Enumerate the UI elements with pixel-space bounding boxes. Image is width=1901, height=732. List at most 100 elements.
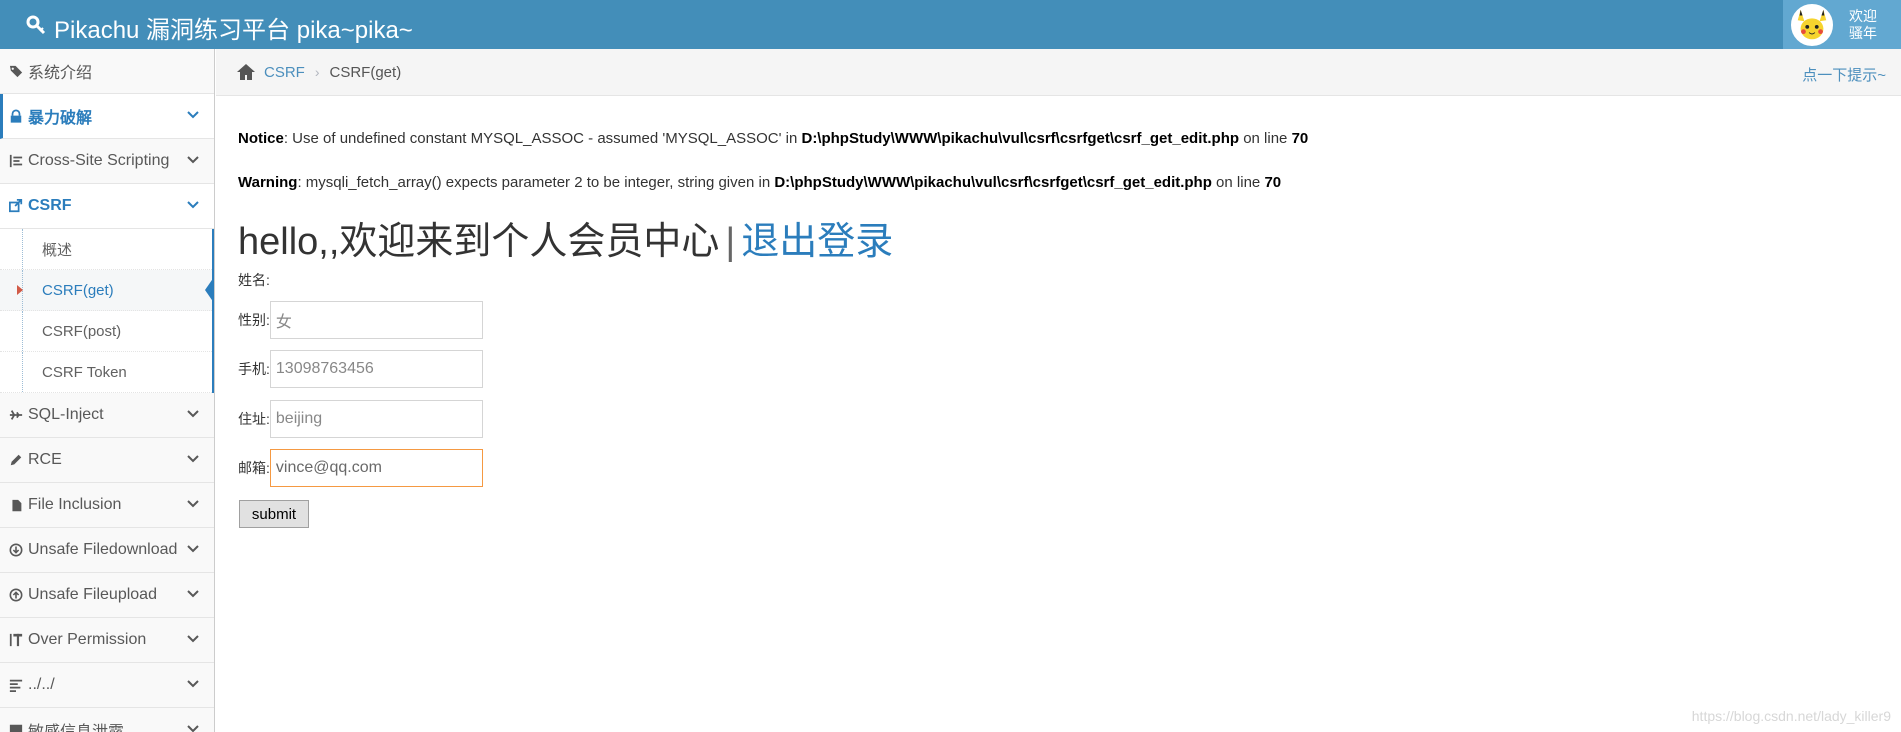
welcome-line-2: 骚年 — [1849, 24, 1877, 41]
name-row: 姓名: — [238, 270, 270, 290]
sidebar: 系统介绍 暴力破解 Cross-Site Scripting CSRF 概述 C… — [0, 49, 215, 732]
notice-label: Notice — [238, 130, 284, 147]
download-icon — [8, 542, 24, 558]
email-input[interactable] — [269, 449, 483, 487]
welcome-text: 欢迎 骚年 — [1849, 8, 1877, 42]
sidebar-item-label: 系统介绍 — [28, 65, 93, 82]
sidebar-item-csrf[interactable]: CSRF — [0, 184, 214, 229]
sidebar-subitem-overview[interactable]: 概述 — [0, 229, 212, 270]
sidebar-item-over-permission[interactable]: Over Permission — [0, 618, 214, 663]
file-icon — [8, 497, 24, 513]
sidebar-item-label: Over Permission — [28, 631, 147, 648]
chevron-down-icon — [187, 680, 199, 688]
notice-text: : Use of undefined constant MYSQL_ASSOC … — [283, 130, 802, 147]
app-title: Pikachu 漏洞练习平台 pika~pika~ — [54, 17, 413, 44]
chevron-down-icon — [187, 156, 199, 164]
plane-icon — [8, 407, 24, 423]
submit-button[interactable]: submit — [239, 500, 309, 528]
text-height-icon — [8, 632, 24, 648]
sidebar-item-label: RCE — [28, 451, 62, 468]
address-label: 住址: — [238, 411, 270, 427]
phone-label: 手机: — [238, 361, 270, 377]
php-notice: Notice: Use of undefined constant MYSQL_… — [238, 130, 1308, 147]
email-label: 邮箱: — [238, 460, 270, 476]
sidebar-item-label: ../../ — [28, 676, 55, 693]
tags-icon — [8, 63, 24, 79]
name-label: 姓名: — [238, 272, 270, 288]
sidebar-item-file-inclusion[interactable]: File Inclusion — [0, 483, 214, 528]
sidebar-item-label: 敏感信息泄露 — [28, 718, 124, 732]
sidebar-subitem-csrf-post[interactable]: CSRF(post) — [0, 311, 212, 352]
warning-text: : mysqli_fetch_array() expects parameter… — [297, 174, 775, 191]
sidebar-item-unsafe-filedownload[interactable]: Unsafe Filedownload — [0, 528, 214, 573]
warning-label: Warning — [238, 174, 298, 191]
sidebar-item-xss[interactable]: Cross-Site Scripting — [0, 139, 214, 184]
warning-path: D:\phpStudy\WWW\pikachu\vul\csrf\csrfget… — [774, 174, 1212, 191]
chevron-down-icon — [187, 500, 199, 508]
email-row: 邮箱: — [238, 449, 483, 487]
sidebar-item-dir-traversal[interactable]: ../../ — [0, 663, 214, 708]
top-navbar: Pikachu 漏洞练习平台 pika~pika~ 欢迎 骚年 — [0, 0, 1901, 49]
subitem-label: CSRF(get) — [42, 281, 114, 299]
welcome-line-1: 欢迎 — [1849, 7, 1877, 24]
gender-input[interactable] — [269, 301, 483, 339]
chevron-down-icon — [187, 590, 199, 598]
sidebar-item-label: SQL-Inject — [28, 406, 104, 423]
chevron-down-icon — [187, 455, 199, 463]
pencil-icon — [8, 452, 24, 468]
phone-input[interactable] — [269, 350, 483, 388]
notice-line-number: 70 — [1291, 130, 1309, 147]
warning-on-line: on line — [1211, 174, 1265, 191]
chevron-down-icon — [187, 201, 199, 209]
home-icon[interactable] — [236, 63, 256, 81]
php-warning: Warning: mysqli_fetch_array() expects pa… — [238, 174, 1281, 191]
address-input[interactable] — [269, 400, 483, 438]
sidebar-item-label: Cross-Site Scripting — [28, 152, 170, 169]
sidebar-item-brute-force[interactable]: 暴力破解 — [0, 94, 214, 139]
avatar — [1791, 3, 1833, 46]
sidebar-item-label: 暴力破解 — [28, 110, 93, 127]
sidebar-item-unsafe-fileupload[interactable]: Unsafe Fileupload — [0, 573, 214, 618]
breadcrumb-link-csrf[interactable]: CSRF — [264, 64, 305, 81]
hint-link[interactable]: 点一下提示~ — [1802, 64, 1886, 85]
sidebar-item-rce[interactable]: RCE — [0, 438, 214, 483]
indent-icon — [8, 153, 24, 169]
align-left-icon — [8, 677, 24, 693]
subitem-label: CSRF Token — [42, 363, 127, 381]
user-menu[interactable]: 欢迎 骚年 — [1783, 0, 1901, 49]
brand[interactable]: Pikachu 漏洞练习平台 pika~pika~ — [26, 10, 413, 45]
notice-on-line: on line — [1239, 130, 1292, 147]
heading-text: hello,,欢迎来到个人会员中心 — [238, 221, 720, 263]
subitem-label: CSRF(post) — [42, 322, 122, 340]
sidebar-item-intro[interactable]: 系统介绍 — [0, 49, 214, 94]
sidebar-item-info-leak[interactable]: 敏感信息泄露 — [0, 708, 214, 732]
warning-line-number: 70 — [1264, 174, 1282, 191]
lock-icon — [8, 108, 24, 124]
phone-row: 手机: — [238, 350, 483, 388]
share-icon — [8, 198, 24, 214]
chevron-down-icon — [187, 111, 199, 119]
upload-icon — [8, 587, 24, 603]
sidebar-item-label: Unsafe Fileupload — [28, 586, 157, 603]
chevron-down-icon — [187, 725, 199, 732]
page-heading: hello,,欢迎来到个人会员中心 | 退出登录 — [238, 210, 893, 265]
chevron-down-icon — [187, 635, 199, 643]
heading-separator: | — [725, 221, 736, 263]
breadcrumb-current: CSRF(get) — [329, 63, 402, 81]
address-row: 住址: — [238, 400, 483, 438]
sidebar-subitem-csrf-token[interactable]: CSRF Token — [0, 352, 212, 393]
chevron-down-icon — [187, 545, 199, 553]
gender-row: 性别: — [238, 301, 483, 339]
sidebar-item-label: CSRF — [28, 197, 72, 214]
info-icon — [8, 722, 24, 732]
watermark: https://blog.csdn.net/lady_killer9 — [1691, 708, 1891, 724]
sidebar-item-sql-inject[interactable]: SQL-Inject — [0, 393, 214, 438]
sidebar-subitem-csrf-get[interactable]: CSRF(get) — [0, 270, 214, 311]
active-pointer — [205, 277, 214, 303]
notice-path: D:\phpStudy\WWW\pikachu\vul\csrf\csrfget… — [801, 130, 1240, 147]
gender-label: 性别: — [238, 312, 270, 328]
breadcrumb: CSRF › CSRF(get) 点一下提示~ — [216, 49, 1901, 96]
chevron-down-icon — [187, 410, 199, 418]
wrench-icon — [26, 14, 46, 42]
logout-link[interactable]: 退出登录 — [741, 221, 893, 263]
